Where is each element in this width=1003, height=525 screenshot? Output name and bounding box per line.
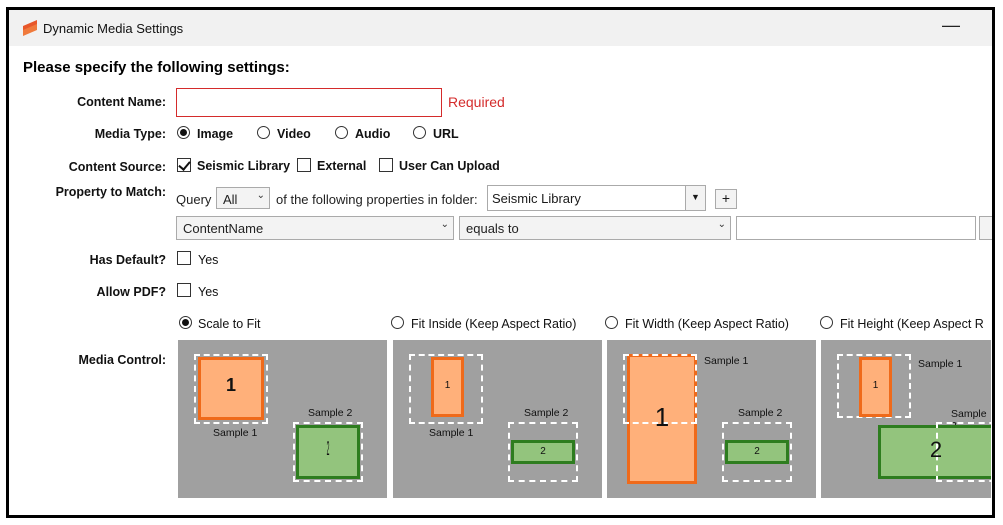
sample-1-number: 1 xyxy=(872,380,879,391)
scale-to-fit-label: Scale to Fit xyxy=(198,317,261,331)
external-checkbox[interactable] xyxy=(297,158,311,172)
fit-height-preview[interactable]: 1 Sample 1 Sample 2 2 xyxy=(821,340,991,498)
allow-pdf-label: Allow PDF? xyxy=(96,285,166,299)
fit-height-radio[interactable] xyxy=(820,316,833,329)
match-value-input[interactable] xyxy=(736,216,976,240)
window-title: Dynamic Media Settings xyxy=(43,21,184,36)
page-heading: Please specify the following settings: xyxy=(23,59,290,76)
user-can-upload-label: User Can Upload xyxy=(399,159,500,173)
content-name-input[interactable] xyxy=(176,88,442,117)
media-type-video-radio[interactable] xyxy=(257,126,270,139)
has-default-checkbox[interactable] xyxy=(177,251,191,265)
content-source-label: Content Source: xyxy=(68,160,166,174)
folder-dropdown-button[interactable]: ▼ xyxy=(685,185,706,211)
add-property-button[interactable]: + xyxy=(715,189,737,209)
sample-1-caption: Sample 1 xyxy=(704,355,749,367)
sample-2-number: 2 xyxy=(326,438,330,460)
app-logo-icon xyxy=(23,20,37,36)
sample-2-caption: Sample 2 xyxy=(308,407,353,419)
fit-width-radio[interactable] xyxy=(605,316,618,329)
dialog-window: Dynamic Media Settings — Please specify … xyxy=(6,7,995,518)
sample-2-caption: Sample 2 xyxy=(738,407,783,419)
seismic-library-checkbox[interactable] xyxy=(177,158,191,172)
sample-2-number: 2 xyxy=(540,446,546,457)
minimize-button[interactable]: — xyxy=(940,16,962,36)
value-picker-button[interactable] xyxy=(979,216,992,240)
media-type-image-label: Image xyxy=(197,127,234,141)
sample-1-number: 1 xyxy=(444,380,451,391)
property-to-match-label: Property to Match: xyxy=(55,185,166,199)
user-can-upload-checkbox[interactable] xyxy=(379,158,393,172)
required-indicator: Required xyxy=(448,94,505,110)
scale-to-fit-radio[interactable] xyxy=(179,316,192,329)
allow-pdf-checkbox[interactable] xyxy=(177,283,191,297)
external-label: External xyxy=(317,159,367,173)
query-select[interactable]: All ⌄ xyxy=(216,187,270,209)
media-type-url-radio[interactable] xyxy=(413,126,426,139)
chevron-down-icon: ⌄ xyxy=(440,219,449,230)
sample-1-caption: Sample 1 xyxy=(429,427,474,439)
fit-inside-preview[interactable]: 1 Sample 1 Sample 2 2 xyxy=(393,340,602,498)
scale-to-fit-preview[interactable]: 1 Sample 1 Sample 2 2 xyxy=(178,340,387,498)
fit-inside-radio[interactable] xyxy=(391,316,404,329)
media-type-audio-radio[interactable] xyxy=(335,126,348,139)
property-select[interactable]: ContentName ⌄ xyxy=(176,216,454,240)
media-type-url-label: URL xyxy=(433,127,459,141)
title-bar: Dynamic Media Settings — xyxy=(9,10,992,46)
sample-1-number: 1 xyxy=(225,375,236,395)
sample-2-number: 2 xyxy=(929,437,943,462)
content-name-label: Content Name: xyxy=(77,95,166,109)
chevron-down-icon: ⌄ xyxy=(256,190,265,201)
properties-folder-text: of the following properties in folder: xyxy=(276,192,478,207)
has-default-yes-label: Yes xyxy=(198,253,219,267)
media-type-label: Media Type: xyxy=(94,127,166,141)
chevron-down-icon: ⌄ xyxy=(717,219,726,230)
fit-height-label: Fit Height (Keep Aspect R xyxy=(840,317,984,331)
allow-pdf-yes-label: Yes xyxy=(198,285,219,299)
fit-inside-label: Fit Inside (Keep Aspect Ratio) xyxy=(411,317,577,331)
seismic-library-label: Seismic Library xyxy=(197,159,291,173)
media-type-audio-label: Audio xyxy=(355,127,391,141)
media-type-image-radio[interactable] xyxy=(177,126,190,139)
dropdown-arrow-icon: ▼ xyxy=(691,192,700,202)
sample-1-number: 1 xyxy=(654,402,670,432)
media-control-label: Media Control: xyxy=(78,353,167,367)
fit-width-preview[interactable]: 1 Sample 1 Sample 2 2 xyxy=(607,340,816,498)
sample-2-number: 2 xyxy=(754,446,760,457)
sample-2-caption: Sample 2 xyxy=(524,407,569,419)
media-type-video-label: Video xyxy=(277,127,311,141)
folder-input[interactable]: Seismic Library xyxy=(487,185,706,211)
sample-1-caption: Sample 1 xyxy=(213,427,258,439)
operator-select[interactable]: equals to ⌄ xyxy=(459,216,731,240)
fit-width-label: Fit Width (Keep Aspect Ratio) xyxy=(625,317,789,331)
sample-1-caption: Sample 1 xyxy=(918,358,963,370)
has-default-label: Has Default? xyxy=(89,253,166,267)
query-label: Query xyxy=(176,192,212,207)
